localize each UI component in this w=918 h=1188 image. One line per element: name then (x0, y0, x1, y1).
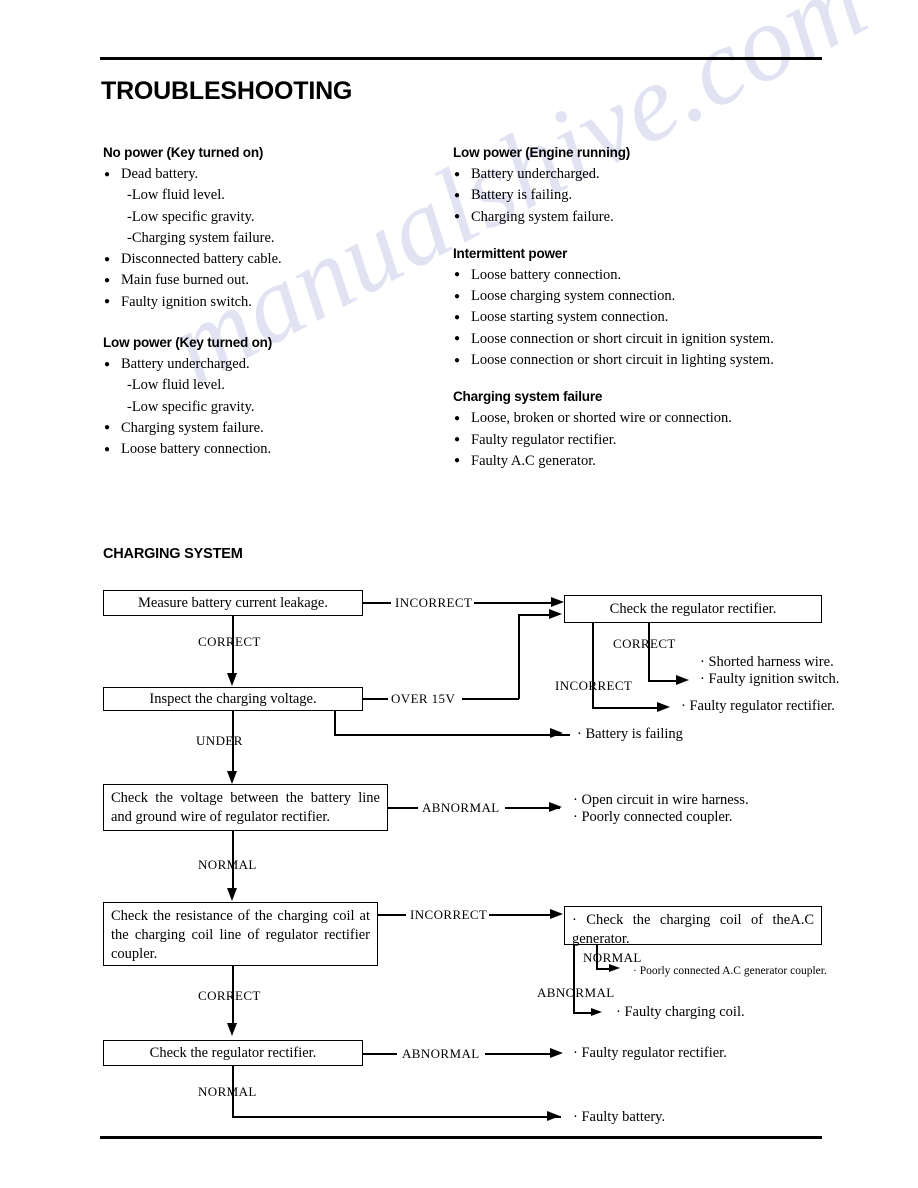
flow-outcome-faulty-battery: Faulty battery. (573, 1108, 665, 1127)
connector-line (592, 707, 662, 709)
flow-label-incorrect-regulator: INCORRECT (555, 678, 633, 693)
flow-label-under: UNDER (196, 733, 243, 748)
flow-outcome-poorly-connected-ac-coupler: Poorly connected A.C generator coupler. (633, 962, 827, 981)
connector-line (648, 623, 650, 681)
arrowhead-icon (550, 1047, 563, 1058)
document-page: manualshive.com TROUBLESHOOTING No power… (0, 0, 918, 1188)
connector-line (573, 945, 575, 1013)
arrowhead-icon (227, 888, 238, 901)
arrowhead-icon (549, 801, 562, 812)
arrowhead-icon (547, 1110, 560, 1121)
connector-line (232, 1116, 561, 1118)
flow-label-correct-coil: CORRECT (198, 988, 261, 1003)
flow-box-check-regulator-bottom: Check the regulator rectifier. (103, 1040, 363, 1066)
connector-line (363, 602, 391, 604)
flow-label-abnormal-voltage: ABNORMAL (422, 800, 500, 815)
connector-line (518, 614, 551, 616)
flow-label-abnormal-regulator-bottom: ABNORMAL (402, 1046, 480, 1061)
charging-system-flowchart: Measure battery current leakage. INCORRE… (0, 0, 918, 1188)
flow-box-check-voltage-battery-line: Check the voltage between the battery li… (103, 784, 388, 831)
flow-label-incorrect-coil: INCORRECT (410, 907, 488, 922)
flow-label-normal-regulator-bottom: NORMAL (198, 1084, 257, 1099)
flow-label-correct-1: CORRECT (198, 634, 261, 649)
connector-line (462, 698, 519, 700)
arrowhead-icon (657, 701, 670, 712)
flow-label-over-15v: OVER 15V (391, 691, 456, 706)
arrowhead-icon (227, 1023, 238, 1036)
flow-outcome-poorly-connected-coupler: Poorly connected coupler. (573, 808, 732, 827)
flow-label-abnormal-ac: ABNORMAL (537, 985, 615, 1000)
connector-line (518, 614, 520, 699)
flow-box-check-charging-coil-ac: Check the charging coil of theA.C genera… (564, 906, 822, 947)
connector-line (474, 602, 558, 604)
flow-outcome-faulty-regulator-rectifier-1: Faulty regulator rectifier. (681, 697, 835, 716)
connector-line (334, 711, 336, 735)
flow-label-correct-regulator: CORRECT (613, 636, 676, 651)
connector-line (485, 1053, 557, 1055)
flow-label-incorrect-1: INCORRECT (395, 595, 473, 610)
connector-line (334, 734, 570, 736)
connector-line (489, 914, 557, 916)
arrowhead-icon (591, 1007, 602, 1016)
flow-outcome-battery-is-failing: Battery is failing (577, 725, 683, 744)
arrowhead-icon (549, 608, 562, 619)
flow-box-inspect-voltage: Inspect the charging voltage. (103, 687, 363, 711)
connector-line (388, 807, 418, 809)
arrowhead-icon (550, 728, 563, 738)
connector-line (363, 698, 388, 700)
connector-line (592, 623, 594, 708)
arrowhead-icon (227, 673, 238, 686)
flow-outcome-faulty-regulator-rectifier-2: Faulty regulator rectifier. (573, 1044, 727, 1063)
arrowhead-icon (551, 596, 564, 607)
flow-box-check-regulator-top: Check the regulator rectifier. (564, 595, 822, 623)
flow-box-measure-leakage: Measure battery current leakage. (103, 590, 363, 616)
arrowhead-icon (550, 908, 563, 919)
flow-outcome-faulty-charging-coil: Faulty charging coil. (616, 1003, 745, 1022)
arrowhead-icon (676, 674, 689, 685)
footer-divider-rule (100, 1136, 822, 1139)
flow-outcome-faulty-ignition-switch: Faulty ignition switch. (700, 670, 839, 689)
arrowhead-icon (609, 963, 620, 972)
flow-label-normal-voltage: NORMAL (198, 857, 257, 872)
arrowhead-icon (227, 771, 238, 784)
connector-line (378, 914, 406, 916)
connector-line (363, 1053, 397, 1055)
flow-box-check-resistance-coil: Check the resistance of the charging coi… (103, 902, 378, 966)
